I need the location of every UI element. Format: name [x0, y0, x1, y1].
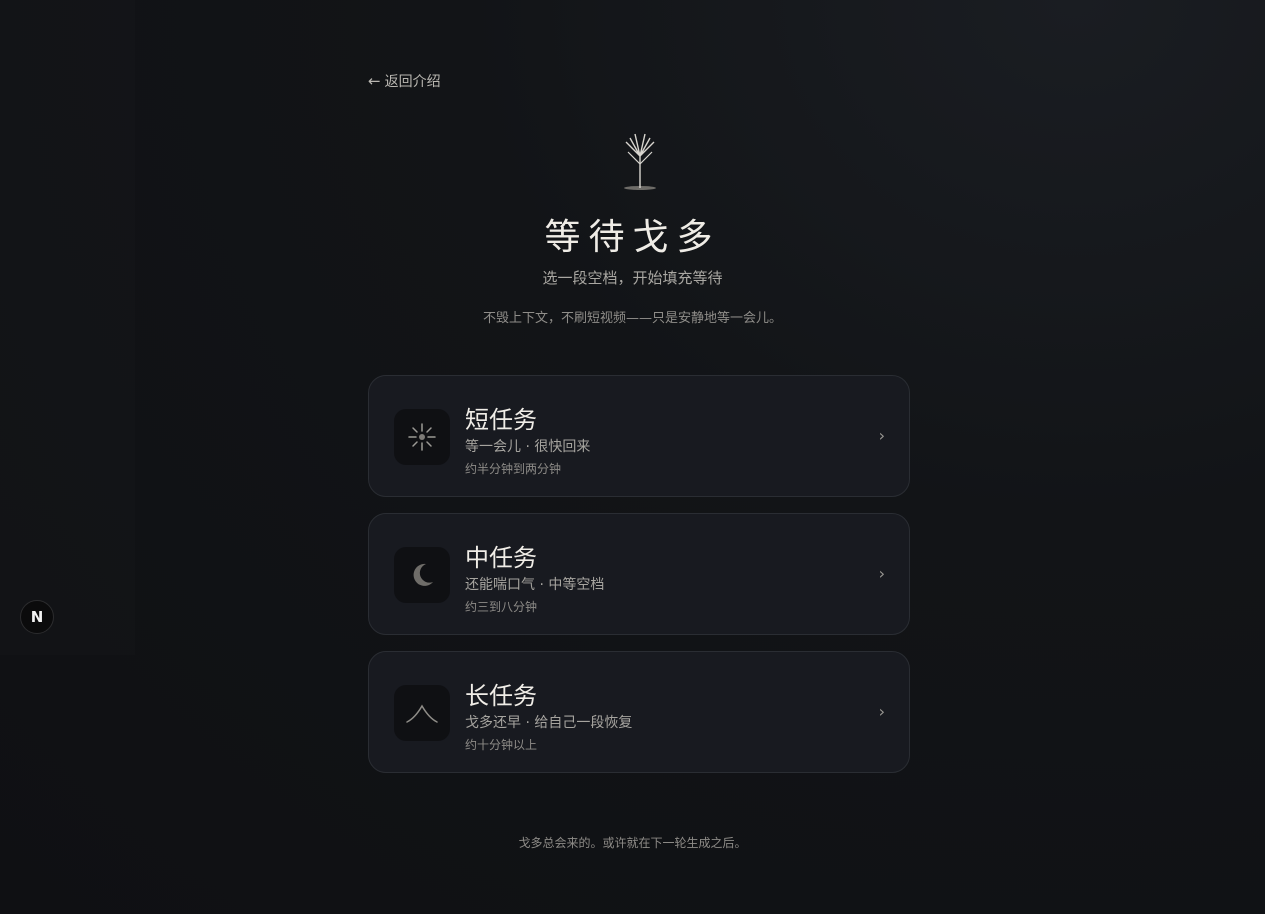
card-time: 约半分钟到两分钟 — [465, 462, 562, 476]
card-icon-box — [394, 547, 450, 603]
card-title: 短任务 — [465, 406, 537, 434]
card-subtitle: 还能喘口气 · 中等空档 — [465, 577, 605, 593]
wheat-sprout-icon — [624, 133, 656, 190]
long-task-card[interactable]: 长任务 戈多还早 · 给自己一段恢复 约十分钟以上 › — [368, 651, 910, 773]
page-title: 等待戈多 — [544, 217, 721, 258]
medium-task-card[interactable]: 中任务 还能喘口气 · 中等空档 约三到八分钟 › — [368, 513, 910, 635]
card-time: 约三到八分钟 — [465, 600, 538, 614]
footer-note: 戈多总会来的。或许就在下一轮生成之后。 — [518, 836, 747, 850]
page-description: 不毁上下文，不刷短视频——只是安静地等一会儿。 — [482, 311, 782, 326]
chevron-right-icon: › — [878, 426, 885, 445]
chevron-right-icon: › — [878, 702, 885, 721]
card-title: 长任务 — [465, 682, 537, 710]
short-task-card[interactable]: 短任务 等一会儿 · 很快回来 约半分钟到两分钟 › — [368, 375, 910, 497]
sun-sparkle-icon — [408, 423, 436, 451]
crescent-moon-icon — [413, 563, 433, 586]
page-subtitle: 选一段空档，开始填充等待 — [542, 269, 723, 287]
arrow-left-icon: ← — [368, 72, 381, 90]
back-link-label: 返回介绍 — [384, 74, 441, 90]
card-icon-box — [394, 685, 450, 741]
mountain-peak-icon — [406, 704, 438, 723]
card-time: 约十分钟以上 — [465, 738, 538, 752]
back-link[interactable]: ← 返回介绍 — [368, 71, 441, 91]
card-title: 中任务 — [465, 544, 537, 572]
card-subtitle: 等一会儿 · 很快回来 — [465, 439, 591, 455]
card-icon-box — [394, 409, 450, 465]
card-subtitle: 戈多还早 · 给自己一段恢复 — [465, 715, 633, 731]
chevron-right-icon: › — [878, 564, 885, 583]
nextjs-logo-icon[interactable]: N — [20, 600, 54, 634]
background-shade — [0, 0, 135, 655]
